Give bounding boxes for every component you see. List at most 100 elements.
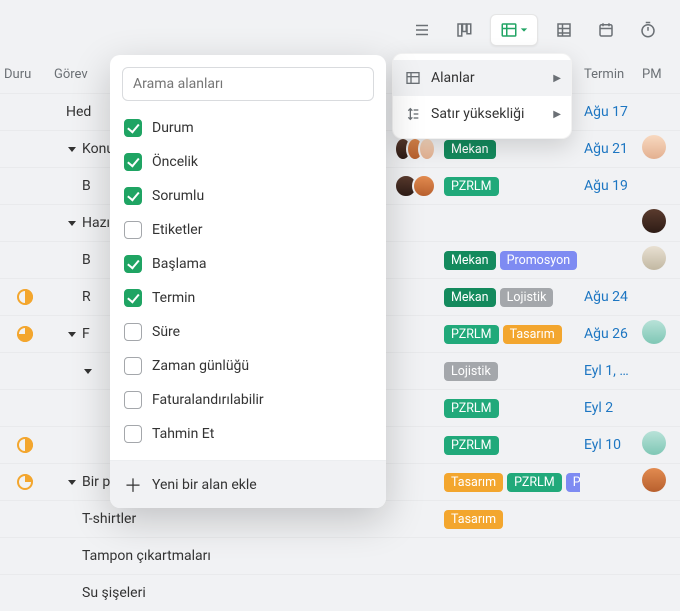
tag-badge[interactable]: PZRLM (444, 325, 499, 344)
expand-caret-icon[interactable] (68, 332, 76, 337)
tag-badge[interactable]: Lojistik (500, 288, 554, 307)
calendar-view-icon[interactable] (590, 14, 622, 46)
termin-cell[interactable]: Ağu 21 (580, 141, 638, 157)
task-cell[interactable]: T-shirtler (50, 511, 390, 527)
field-label: Başlama (152, 256, 206, 272)
tag-badge[interactable]: Pr (566, 473, 580, 492)
timer-icon[interactable] (632, 14, 664, 46)
status-cell[interactable] (0, 437, 50, 453)
field-toggle-row[interactable]: Etiketler (118, 213, 378, 247)
termin-cell[interactable]: Eyl 2 (580, 400, 638, 416)
field-toggle-row[interactable]: Zaman günlüğü (118, 349, 378, 383)
task-name: Su şişeleri (82, 585, 146, 601)
field-toggle-row[interactable]: Faturalandırılabilir (118, 383, 378, 417)
avatar[interactable] (418, 137, 436, 161)
table-row[interactable]: Tampon çıkartmaları (0, 537, 680, 574)
checkbox[interactable] (124, 323, 142, 341)
tags-cell[interactable]: TasarımPZRLMPr (440, 473, 580, 492)
tags-cell[interactable]: Tasarım (440, 510, 580, 529)
col-status[interactable]: Duru (0, 67, 50, 82)
task-cell[interactable]: Su şişeleri (50, 585, 390, 601)
pm-cell[interactable] (638, 135, 680, 163)
sheet-view-icon[interactable] (548, 14, 580, 46)
termin-cell[interactable]: Eyl 1, 5:0 (580, 363, 638, 379)
pm-cell[interactable] (638, 246, 680, 274)
col-pm[interactable]: PM (638, 67, 680, 82)
board-view-icon[interactable] (448, 14, 480, 46)
termin-cell[interactable]: Ağu 26 (580, 326, 638, 342)
checkbox[interactable] (124, 425, 142, 443)
tags-cell[interactable]: MekanPromosyon (440, 251, 580, 270)
list-view-icon[interactable] (406, 14, 438, 46)
checkbox[interactable] (124, 289, 142, 307)
tag-badge[interactable]: PZRLM (444, 436, 499, 455)
expand-caret-icon[interactable] (84, 369, 92, 374)
tag-badge[interactable]: PZRLM (444, 177, 499, 196)
termin-cell[interactable]: Ağu 24 (580, 289, 638, 305)
expand-caret-icon[interactable] (68, 221, 76, 226)
menu-row-height[interactable]: Satır yüksekliği ▶ (393, 96, 571, 132)
avatar[interactable] (642, 431, 666, 455)
field-toggle-row[interactable]: Süre (118, 315, 378, 349)
checkbox[interactable] (124, 357, 142, 375)
avatar[interactable] (642, 320, 666, 344)
field-toggle-row[interactable]: Termin (118, 281, 378, 315)
expand-caret-icon[interactable] (68, 147, 76, 152)
avatar[interactable] (642, 246, 666, 270)
add-field-button[interactable]: ＋ Yeni bir alan ekle (110, 460, 386, 508)
pm-cell[interactable] (638, 468, 680, 496)
tag-badge[interactable]: Tasarım (444, 510, 503, 529)
col-termin[interactable]: Termin (580, 67, 638, 82)
field-toggle-row[interactable]: Sorumlu (118, 179, 378, 213)
field-toggle-row[interactable]: Başlama (118, 247, 378, 281)
checkbox[interactable] (124, 153, 142, 171)
tags-cell[interactable]: Mekan (440, 140, 580, 159)
pm-cell[interactable] (638, 431, 680, 459)
table-row[interactable]: Su şişeleri (0, 574, 680, 611)
checkbox[interactable] (124, 187, 142, 205)
menu-fields[interactable]: Alanlar ▶ (393, 60, 571, 96)
table-view-icon[interactable] (490, 14, 538, 46)
tag-badge[interactable]: Mekan (444, 288, 496, 307)
tag-badge[interactable]: Promosyon (500, 251, 578, 270)
avatar[interactable] (642, 135, 666, 159)
assignees-cell[interactable] (390, 174, 440, 198)
tags-cell[interactable]: PZRLM (440, 399, 580, 418)
tag-badge[interactable]: Tasarım (444, 473, 503, 492)
status-cell[interactable] (0, 474, 50, 490)
avatar[interactable] (642, 468, 666, 492)
task-name: Bir p (82, 474, 110, 490)
status-cell[interactable] (0, 289, 50, 305)
assignees-cell[interactable] (390, 137, 440, 161)
task-cell[interactable]: Tampon çıkartmaları (50, 548, 390, 564)
tag-badge[interactable]: PZRLM (507, 473, 562, 492)
tag-badge[interactable]: Mekan (444, 140, 496, 159)
pm-cell[interactable] (638, 209, 680, 237)
field-toggle-row[interactable]: Durum (118, 111, 378, 145)
tag-badge[interactable]: PZRLM (444, 399, 499, 418)
checkbox[interactable] (124, 119, 142, 137)
tag-badge[interactable]: Tasarım (503, 325, 562, 344)
checkbox[interactable] (124, 391, 142, 409)
termin-cell[interactable]: Eyl 10 (580, 437, 638, 453)
fields-search-input[interactable] (122, 67, 374, 101)
termin-cell[interactable]: Ağu 17 (580, 104, 638, 120)
checkbox[interactable] (124, 221, 142, 239)
pm-cell[interactable] (638, 320, 680, 348)
status-cell[interactable] (0, 326, 50, 342)
tag-badge[interactable]: Lojistik (444, 362, 498, 381)
checkbox[interactable] (124, 255, 142, 273)
avatar[interactable] (642, 209, 666, 233)
tag-badge[interactable]: Mekan (444, 251, 496, 270)
avatar[interactable] (412, 174, 436, 198)
tags-cell[interactable]: PZRLM (440, 177, 580, 196)
task-name: F (82, 326, 90, 342)
tags-cell[interactable]: Lojistik (440, 362, 580, 381)
expand-caret-icon[interactable] (68, 480, 76, 485)
tags-cell[interactable]: PZRLMTasarım (440, 325, 580, 344)
field-toggle-row[interactable]: Öncelik (118, 145, 378, 179)
tags-cell[interactable]: MekanLojistik (440, 288, 580, 307)
tags-cell[interactable]: PZRLM (440, 436, 580, 455)
field-toggle-row[interactable]: Tahmin Et (118, 417, 378, 451)
termin-cell[interactable]: Ağu 19 (580, 178, 638, 194)
